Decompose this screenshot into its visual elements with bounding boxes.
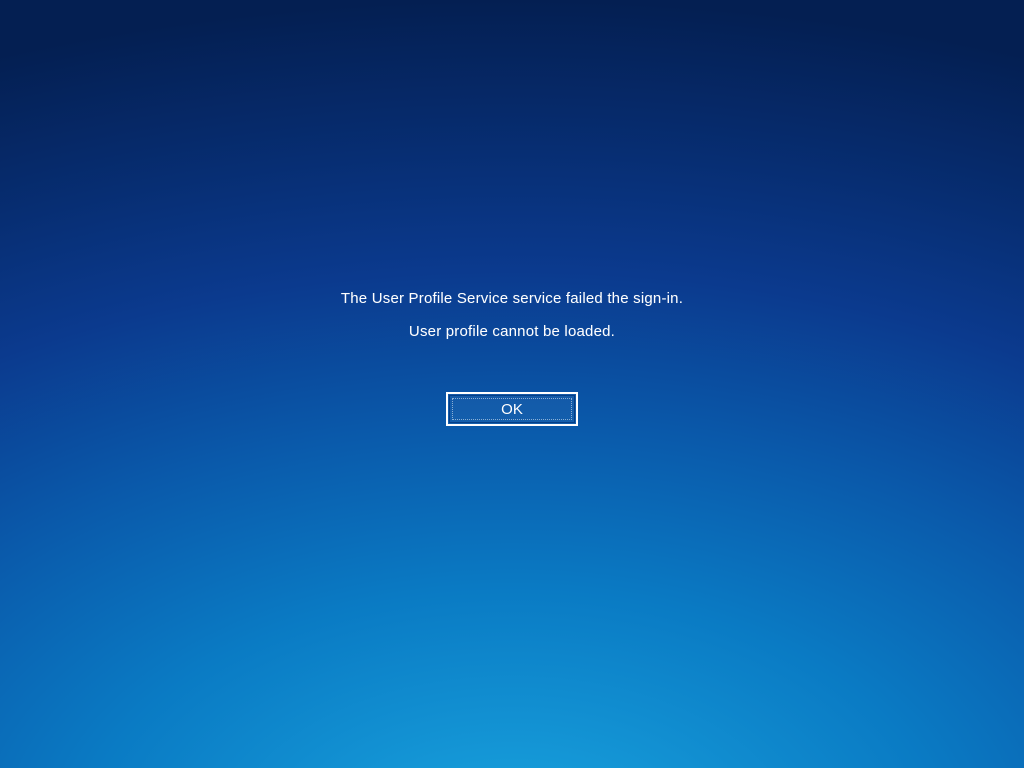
ok-button[interactable]: OK	[446, 392, 578, 426]
login-error-screen: The User Profile Service service failed …	[0, 0, 1024, 768]
error-message-line1: The User Profile Service service failed …	[341, 290, 683, 307]
error-message-line2: User profile cannot be loaded.	[409, 323, 615, 340]
error-dialog: The User Profile Service service failed …	[0, 290, 1024, 426]
